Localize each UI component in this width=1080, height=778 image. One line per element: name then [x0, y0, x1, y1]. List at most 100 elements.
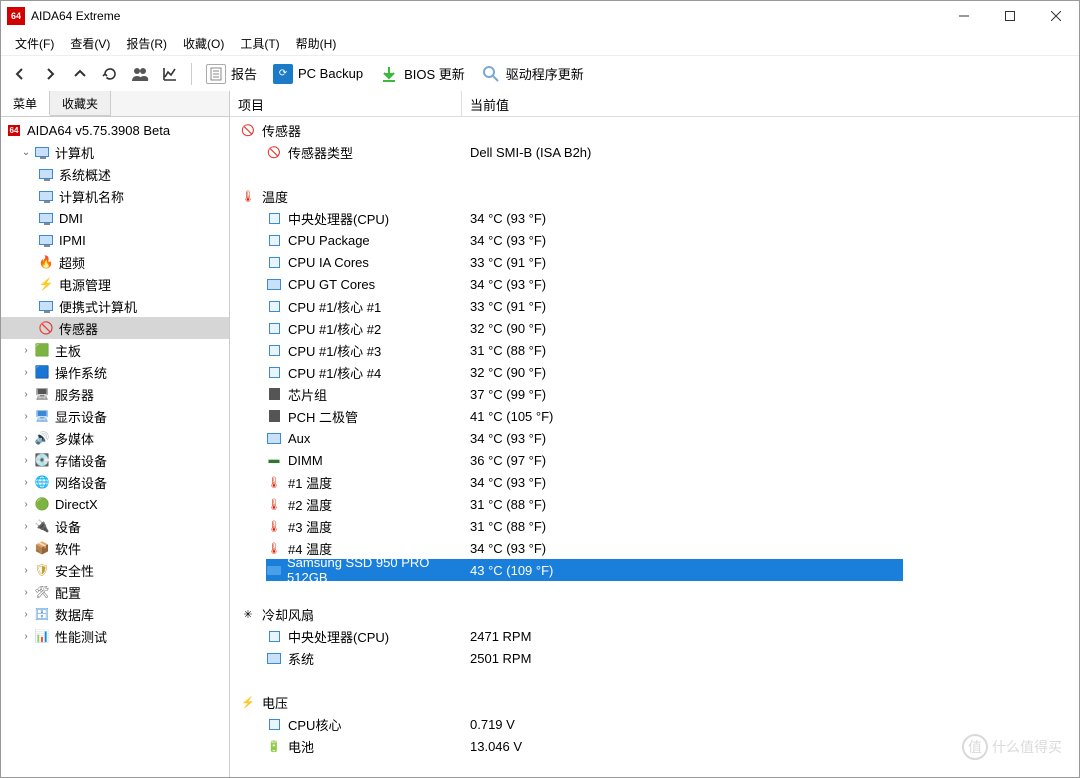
sensor-row[interactable]: 🌡#1 温度 34 °C (93 °F): [230, 471, 1079, 493]
toolbar-bios[interactable]: BIOS 更新: [373, 60, 471, 88]
column-item[interactable]: 项目: [230, 91, 462, 116]
tab-menu[interactable]: 菜单: [1, 91, 50, 116]
expand-icon[interactable]: ›: [19, 609, 33, 620]
toolbar-divider: [191, 63, 192, 85]
menu-view[interactable]: 查看(V): [62, 33, 118, 54]
graph-button[interactable]: [157, 61, 183, 87]
tree-item[interactable]: › 🖥 服务器: [1, 383, 229, 405]
expand-icon[interactable]: ›: [19, 631, 33, 642]
expand-icon[interactable]: ›: [19, 389, 33, 400]
tree-item-icon: ⚡: [37, 275, 55, 293]
sensor-value: 31 °C (88 °F): [462, 519, 1079, 534]
tree-item[interactable]: DMI: [1, 207, 229, 229]
sensor-row[interactable]: CPU GT Cores 34 °C (93 °F): [230, 273, 1079, 295]
tree-item[interactable]: › 🛡 安全性: [1, 559, 229, 581]
tree-item[interactable]: 🔥 超频: [1, 251, 229, 273]
tree-item[interactable]: › 📊 性能测试: [1, 625, 229, 647]
tree-item-label: 计算机名称: [59, 187, 124, 206]
sensor-row[interactable]: PCH 二极管 41 °C (105 °F): [230, 405, 1079, 427]
tree-computer[interactable]: ⌄ 计算机: [1, 141, 229, 163]
group-row[interactable]: 🌡温度: [230, 185, 1079, 207]
toolbar-pcbackup[interactable]: ⟳ PC Backup: [267, 60, 369, 88]
expand-icon[interactable]: ›: [19, 521, 33, 532]
sensor-row-selected[interactable]: Samsung SSD 950 PRO 512GB 43 °C (109 °F): [230, 559, 1079, 581]
collapse-icon[interactable]: ⌄: [19, 147, 33, 158]
column-value[interactable]: 当前值: [462, 91, 1079, 116]
expand-icon[interactable]: ›: [19, 367, 33, 378]
tree-item[interactable]: › 🟦 操作系统: [1, 361, 229, 383]
group-row[interactable]: ⚡电压: [230, 691, 1079, 713]
nav-forward-button[interactable]: [37, 61, 63, 87]
sensor-row[interactable]: 中央处理器(CPU) 2471 RPM: [230, 625, 1079, 647]
tree-item[interactable]: 便携式计算机: [1, 295, 229, 317]
tree-item[interactable]: 🚫 传感器: [1, 317, 229, 339]
sensor-row[interactable]: CPU Package 34 °C (93 °F): [230, 229, 1079, 251]
tree-item[interactable]: › 🔌 设备: [1, 515, 229, 537]
sensor-row[interactable]: CPU #1/核心 #3 31 °C (88 °F): [230, 339, 1079, 361]
tab-favorites[interactable]: 收藏夹: [50, 91, 111, 116]
expand-icon[interactable]: ›: [19, 477, 33, 488]
sensor-row[interactable]: ▬DIMM 36 °C (97 °F): [230, 449, 1079, 471]
tree-item[interactable]: 计算机名称: [1, 185, 229, 207]
tree-item-label: 软件: [55, 539, 81, 558]
menu-favorites[interactable]: 收藏(O): [175, 33, 232, 54]
minimize-button[interactable]: [941, 1, 987, 31]
tree-item[interactable]: IPMI: [1, 229, 229, 251]
expand-icon[interactable]: ›: [19, 543, 33, 554]
sensor-row[interactable]: 🚫传感器类型 Dell SMI-B (ISA B2h): [230, 141, 1079, 163]
nav-up-button[interactable]: [67, 61, 93, 87]
close-button[interactable]: [1033, 1, 1079, 31]
tree-item[interactable]: 系统概述: [1, 163, 229, 185]
tree-item[interactable]: › 🗄 数据库: [1, 603, 229, 625]
group-row[interactable]: ✳冷却风扇: [230, 603, 1079, 625]
tree-item[interactable]: ⚡ 电源管理: [1, 273, 229, 295]
menu-help[interactable]: 帮助(H): [288, 33, 345, 54]
sensor-row[interactable]: Aux 34 °C (93 °F): [230, 427, 1079, 449]
tree-item[interactable]: › 💽 存储设备: [1, 449, 229, 471]
refresh-button[interactable]: [97, 61, 123, 87]
tree-item[interactable]: › 🟩 主板: [1, 339, 229, 361]
sensor-row[interactable]: 🔋电池 13.046 V: [230, 735, 1079, 757]
nav-tree[interactable]: 64 AIDA64 v5.75.3908 Beta ⌄ 计算机 系统概述 计算机…: [1, 117, 229, 777]
expand-icon[interactable]: ›: [19, 411, 33, 422]
nav-back-button[interactable]: [7, 61, 33, 87]
sensor-row[interactable]: CPU核心 0.719 V: [230, 713, 1079, 735]
maximize-button[interactable]: [987, 1, 1033, 31]
group-row[interactable]: 🚫传感器: [230, 119, 1079, 141]
sensor-list[interactable]: 🚫传感器 🚫传感器类型 Dell SMI-B (ISA B2h) 🌡温度 中央处…: [230, 117, 1079, 777]
expand-icon[interactable]: ›: [19, 345, 33, 356]
sensor-row[interactable]: CPU #1/核心 #2 32 °C (90 °F): [230, 317, 1079, 339]
watermark: 值 什么值得买: [962, 734, 1062, 760]
expand-icon[interactable]: ›: [19, 587, 33, 598]
tree-root[interactable]: 64 AIDA64 v5.75.3908 Beta: [1, 119, 229, 141]
tree-item-label: 安全性: [55, 561, 94, 580]
tree-item[interactable]: › 🛠 配置: [1, 581, 229, 603]
tree-item[interactable]: › 🔊 多媒体: [1, 427, 229, 449]
tree-item-icon: 💽: [33, 451, 51, 469]
sensor-row[interactable]: 🌡#2 温度 31 °C (88 °F): [230, 493, 1079, 515]
toolbar-report[interactable]: 报告: [200, 60, 263, 88]
menu-report[interactable]: 报告(R): [118, 33, 175, 54]
menu-tools[interactable]: 工具(T): [232, 33, 287, 54]
menu-file[interactable]: 文件(F): [7, 33, 62, 54]
toolbar-drivers[interactable]: 驱动程序更新: [475, 60, 590, 88]
expand-icon[interactable]: ›: [19, 433, 33, 444]
sensor-label: CPU核心: [288, 715, 341, 734]
expand-icon[interactable]: ›: [19, 455, 33, 466]
sensor-label: 传感器类型: [288, 143, 353, 162]
sensor-row[interactable]: 芯片组 37 °C (99 °F): [230, 383, 1079, 405]
tree-item-icon: 🖥: [33, 385, 51, 403]
sensor-row[interactable]: CPU #1/核心 #4 32 °C (90 °F): [230, 361, 1079, 383]
users-button[interactable]: [127, 61, 153, 87]
sensor-row[interactable]: 🌡#3 温度 31 °C (88 °F): [230, 515, 1079, 537]
tree-item[interactable]: › 🌐 网络设备: [1, 471, 229, 493]
sensor-row[interactable]: CPU #1/核心 #1 33 °C (91 °F): [230, 295, 1079, 317]
expand-icon[interactable]: ›: [19, 499, 33, 510]
sensor-row[interactable]: 系统 2501 RPM: [230, 647, 1079, 669]
sensor-row[interactable]: 中央处理器(CPU) 34 °C (93 °F): [230, 207, 1079, 229]
tree-item[interactable]: › 🖥 显示设备: [1, 405, 229, 427]
tree-item[interactable]: › 📦 软件: [1, 537, 229, 559]
expand-icon[interactable]: ›: [19, 565, 33, 576]
sensor-row[interactable]: CPU IA Cores 33 °C (91 °F): [230, 251, 1079, 273]
tree-item[interactable]: › 🟢 DirectX: [1, 493, 229, 515]
